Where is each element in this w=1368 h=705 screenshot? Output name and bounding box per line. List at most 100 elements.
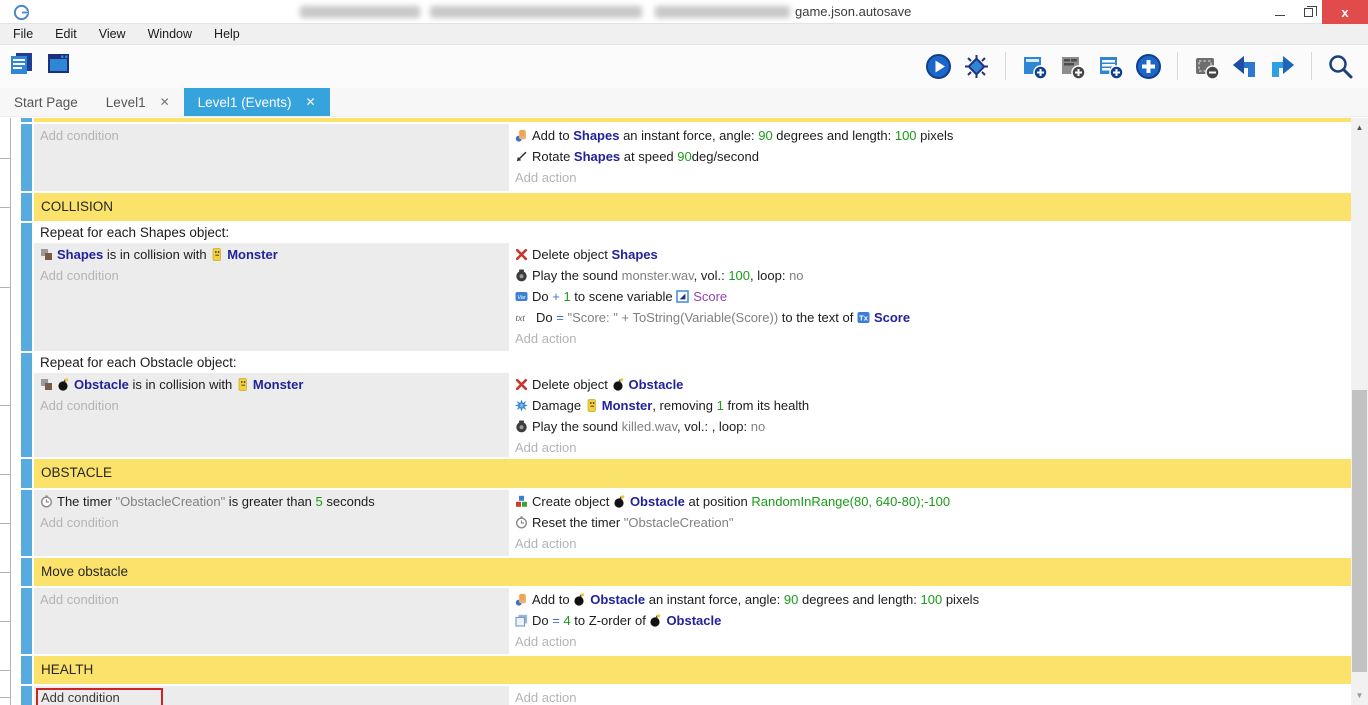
add-condition-button[interactable]: Add condition	[34, 395, 509, 416]
condition-line[interactable]: The timer "ObstacleCreation" is greater …	[34, 491, 509, 512]
comment-row[interactable]: OBSTACLE	[21, 459, 1351, 488]
event-handle-bar[interactable]	[21, 223, 32, 351]
action-line[interactable]: Play the sound monster.wav, vol.: 100, l…	[509, 265, 1351, 286]
event-header[interactable]: Repeat for each Shapes object:	[34, 223, 1351, 243]
tab-close-icon[interactable]: ✕	[305, 95, 315, 109]
undo-icon[interactable]	[1231, 53, 1258, 80]
add-action-button[interactable]: Add action	[509, 167, 1351, 188]
action-line[interactable]: Delete object Obstacle	[509, 374, 1351, 395]
action-line[interactable]: Create object Obstacle at position Rando…	[509, 491, 1351, 512]
actions-cell[interactable]: Delete object ObstacleDamage Monster, re…	[509, 373, 1351, 457]
event-handle-bar[interactable]	[21, 686, 32, 705]
comment-row[interactable]: Move obstacle	[21, 558, 1351, 586]
action-line[interactable]: Do = 4 to Z-order of Obstacle	[509, 610, 1351, 631]
event-handle-bar[interactable]	[21, 193, 32, 221]
event-row[interactable]: Repeat for each Shapes object:Shapes is …	[21, 223, 1351, 351]
event-handle-bar[interactable]	[21, 588, 32, 654]
event-handle-bar[interactable]	[21, 558, 32, 586]
action-line[interactable]: Delete object Shapes	[509, 244, 1351, 265]
add-condition-button[interactable]: Add condition	[36, 688, 163, 705]
conditions-cell[interactable]: Obstacle is in collision with Monster Add…	[34, 373, 509, 457]
add-action-button[interactable]: Add action	[509, 687, 1351, 705]
add-action-button[interactable]: Add action	[515, 536, 576, 551]
action-line[interactable]: Add to Obstacle an instant force, angle:…	[509, 589, 1351, 610]
scrollbar-thumb[interactable]	[1352, 390, 1367, 672]
conditions-cell[interactable]: Shapes is in collision with Monster Add c…	[34, 243, 509, 351]
add-condition-button[interactable]: Add condition	[40, 268, 119, 283]
event-header[interactable]: Repeat for each Obstacle object:	[34, 353, 1351, 373]
menu-item-window[interactable]: Window	[137, 25, 203, 43]
event-handle-bar[interactable]	[21, 118, 32, 122]
actions-cell[interactable]: Delete object ShapesPlay the sound monst…	[509, 243, 1351, 351]
tab-close-icon[interactable]: ✕	[160, 95, 170, 109]
action-line[interactable]: VarDo + 1 to scene variable Score	[509, 286, 1351, 307]
event-handle-bar[interactable]	[21, 459, 32, 488]
comment-row[interactable]: COLLISION	[21, 193, 1351, 221]
event-handle-bar[interactable]	[21, 124, 32, 191]
conditions-cell[interactable]: Add condition	[34, 686, 509, 705]
add-action-button[interactable]: Add action	[509, 631, 1351, 652]
action-line[interactable]: Add to Shapes an instant force, angle: 9…	[509, 125, 1351, 146]
action-line[interactable]: Reset the timer "ObstacleCreation"	[509, 512, 1351, 533]
redo-icon[interactable]	[1269, 53, 1296, 80]
add-more-icon[interactable]	[1135, 53, 1162, 80]
event-row[interactable]: The timer "ObstacleCreation" is greater …	[21, 490, 1351, 556]
add-action-button[interactable]: Add action	[515, 440, 576, 455]
tab-start-page[interactable]: Start Page	[0, 88, 92, 116]
menu-item-edit[interactable]: Edit	[44, 25, 88, 43]
event-handle-bar[interactable]	[21, 490, 32, 556]
condition-line[interactable]: Obstacle is in collision with Monster	[34, 374, 509, 395]
debug-bug-icon[interactable]	[963, 53, 990, 80]
delete-event-icon[interactable]	[1193, 53, 1220, 80]
actions-cell[interactable]: Add action	[509, 686, 1351, 705]
add-action-button[interactable]: Add action	[515, 331, 576, 346]
action-line[interactable]: Rotate Shapes at speed 90deg/second	[509, 146, 1351, 167]
add-condition-button[interactable]: Add condition	[40, 398, 119, 413]
add-subevent-icon[interactable]	[1059, 53, 1086, 80]
add-comment-icon[interactable]	[1097, 53, 1124, 80]
restore-button[interactable]	[1294, 0, 1322, 24]
menu-item-view[interactable]: View	[88, 25, 137, 43]
add-event-icon[interactable]	[1021, 53, 1048, 80]
add-action-button[interactable]: Add action	[509, 328, 1351, 349]
menu-item-file[interactable]: File	[2, 25, 44, 43]
tab-level1-events-[interactable]: Level1 (Events)✕	[184, 88, 330, 116]
comment-row[interactable]: HEALTH	[21, 656, 1351, 684]
add-condition-button[interactable]: Add condition	[34, 687, 509, 705]
add-condition-button[interactable]: Add condition	[34, 589, 509, 610]
event-row[interactable]: Add condition Add to Obstacle an instant …	[21, 588, 1351, 654]
condition-line[interactable]: Shapes is in collision with Monster	[34, 244, 509, 265]
preview-play-icon[interactable]	[925, 53, 952, 80]
add-condition-button[interactable]: Add condition	[34, 265, 509, 286]
conditions-cell[interactable]: Add condition	[34, 588, 509, 654]
event-handle-bar[interactable]	[21, 353, 32, 457]
add-condition-button[interactable]: Add condition	[40, 592, 119, 607]
add-condition-button[interactable]: Add condition	[40, 128, 119, 143]
tab-level1[interactable]: Level1✕	[92, 88, 184, 116]
add-condition-button[interactable]: Add condition	[40, 515, 119, 530]
add-condition-button[interactable]: Add condition	[34, 125, 509, 146]
action-line[interactable]: txtDo = "Score: " + ToString(Variable(Sc…	[509, 307, 1351, 328]
event-row[interactable]: Add condition Add to Shapes an instant fo…	[21, 124, 1351, 191]
menu-item-help[interactable]: Help	[203, 25, 251, 43]
add-action-button[interactable]: Add action	[509, 533, 1351, 554]
add-action-button[interactable]: Add action	[509, 437, 1351, 457]
close-button[interactable]: x	[1322, 0, 1368, 24]
event-handle-bar[interactable]	[21, 656, 32, 684]
action-line[interactable]: Play the sound killed.wav, vol.: , loop:…	[509, 416, 1351, 437]
conditions-cell[interactable]: Add condition	[34, 124, 509, 191]
action-line[interactable]: Damage Monster, removing 1 from its heal…	[509, 395, 1351, 416]
scene-editor-icon[interactable]	[45, 50, 72, 77]
event-row[interactable]: Repeat for each Obstacle object:Obstacle…	[21, 353, 1351, 457]
project-manager-icon[interactable]	[8, 50, 35, 77]
scroll-down-arrow[interactable]: ▼	[1351, 688, 1368, 703]
minimize-button[interactable]	[1266, 0, 1294, 24]
conditions-cell[interactable]: The timer "ObstacleCreation" is greater …	[34, 490, 509, 556]
scroll-up-arrow[interactable]: ▲	[1351, 120, 1368, 135]
add-condition-button[interactable]: Add condition	[34, 512, 509, 533]
search-icon[interactable]	[1327, 53, 1354, 80]
actions-cell[interactable]: Add to Shapes an instant force, angle: 9…	[509, 124, 1351, 191]
add-action-button[interactable]: Add action	[515, 634, 576, 649]
actions-cell[interactable]: Create object Obstacle at position Rando…	[509, 490, 1351, 556]
event-row[interactable]: Add condition Add action	[21, 686, 1351, 705]
